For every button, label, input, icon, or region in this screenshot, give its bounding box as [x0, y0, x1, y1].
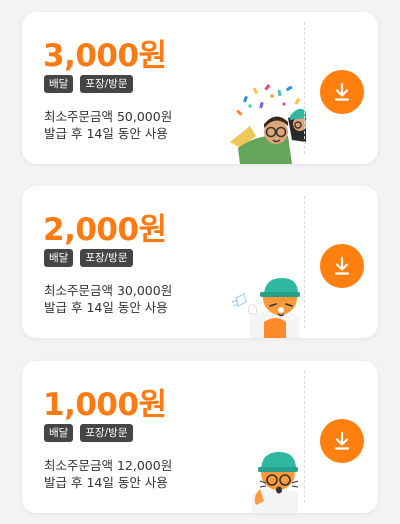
validity-text: 발급 후 14일 동안 사용 [44, 126, 168, 141]
download-coupon-button[interactable] [320, 419, 364, 463]
character-illustration [231, 278, 300, 338]
coupon-tags: 배달 포장/방문 [44, 75, 133, 93]
coupon-amount: 2,000원 [43, 212, 167, 248]
coupon-tags: 배달 포장/방문 [44, 424, 133, 442]
coupon-card: 1,000원 배달 포장/방문 최소주문금액 12,000원 발급 후 14일 … [22, 361, 378, 513]
coupon-conditions: 최소주문금액 50,000원 발급 후 14일 동안 사용 [44, 108, 172, 142]
download-arrow-icon [334, 256, 350, 275]
coupon-tags: 배달 포장/방문 [44, 249, 133, 267]
coupon-divider [304, 22, 305, 154]
character-illustration [252, 452, 299, 513]
min-order-text: 최소주문금액 30,000원 [44, 283, 173, 298]
character-illustration [230, 84, 306, 164]
tag-pickup: 포장/방문 [80, 424, 133, 442]
tag-pickup: 포장/방문 [80, 75, 133, 93]
coupon-amount: 1,000원 [43, 387, 167, 423]
coupon-card: 3,000원 배달 포장/방문 최소주문금액 50,000원 발급 후 14일 … [22, 12, 378, 164]
coupon-card: 2,000원 배달 포장/방문 최소주문금액 30,000원 발급 후 14일 … [22, 186, 378, 338]
tag-delivery: 배달 [44, 75, 74, 93]
tag-pickup: 포장/방문 [80, 249, 133, 267]
coupon-divider [304, 371, 305, 503]
validity-text: 발급 후 14일 동안 사용 [44, 300, 168, 315]
min-order-text: 최소주문금액 50,000원 [44, 109, 173, 124]
tag-delivery: 배달 [44, 424, 74, 442]
confetti [236, 84, 301, 116]
coupon-divider [304, 196, 305, 328]
min-order-text: 최소주문금액 12,000원 [44, 458, 173, 473]
download-arrow-icon [334, 82, 350, 101]
coupon-conditions: 최소주문금액 12,000원 발급 후 14일 동안 사용 [44, 457, 172, 491]
tag-delivery: 배달 [44, 249, 74, 267]
coupon-amount: 3,000원 [43, 38, 167, 74]
download-arrow-icon [334, 431, 350, 450]
download-coupon-button[interactable] [320, 70, 364, 114]
validity-text: 발급 후 14일 동안 사용 [44, 475, 168, 490]
download-coupon-button[interactable] [320, 244, 364, 288]
coupon-conditions: 최소주문금액 30,000원 발급 후 14일 동안 사용 [44, 282, 172, 316]
